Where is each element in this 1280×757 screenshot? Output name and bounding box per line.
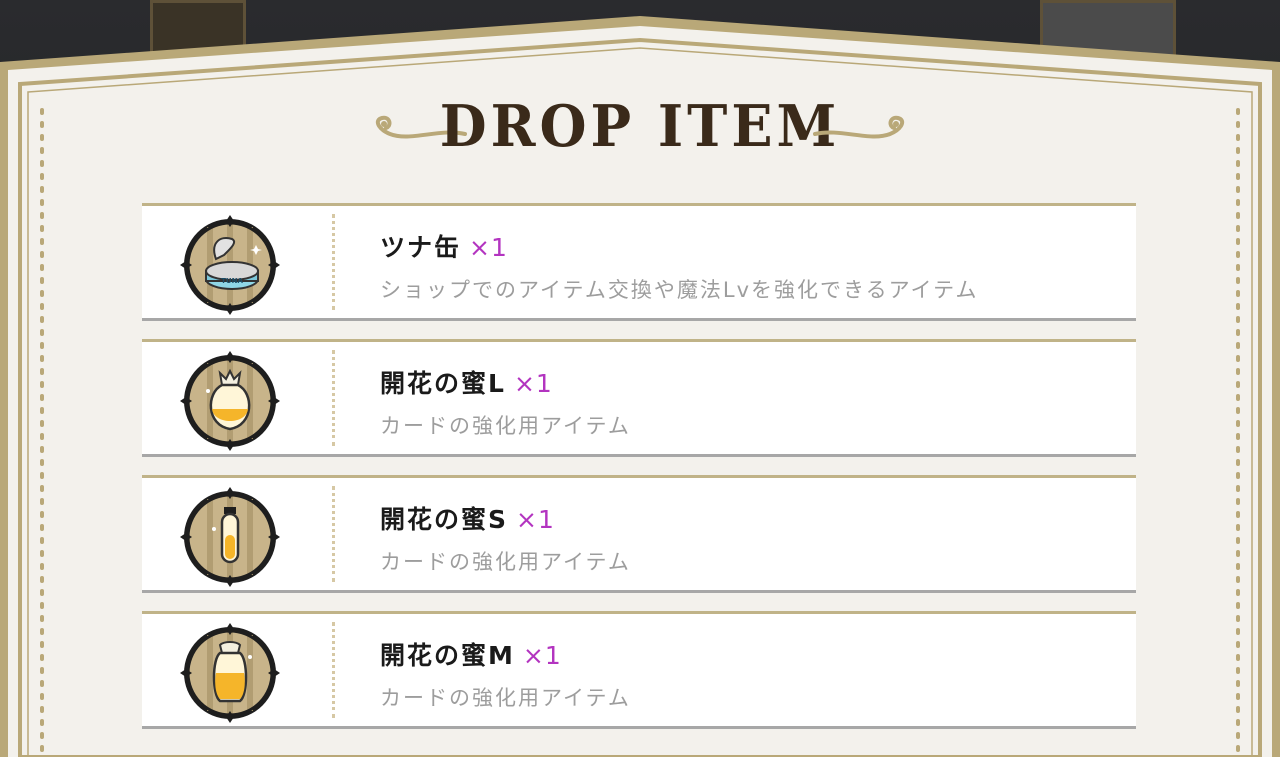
item-description: カードの強化用アイテム bbox=[380, 414, 631, 438]
item-quantity: ×1 bbox=[522, 641, 562, 670]
item-description: カードの強化用アイテム bbox=[380, 686, 631, 710]
item-name: ツナ缶 bbox=[380, 233, 462, 262]
list-item[interactable]: 開花の蜜M ×1 カードの強化用アイテム bbox=[142, 611, 1136, 729]
drop-item-list: TUNA ツナ缶×1 ショップでのアイテム交換や魔法Lvを強化できるアイテム bbox=[142, 203, 1136, 747]
tuna-can-icon: TUNA bbox=[180, 215, 280, 315]
item-name-line: 開花の蜜S ×1 bbox=[380, 500, 555, 536]
flourish-right-icon bbox=[813, 115, 905, 139]
item-name: 開花の蜜S bbox=[380, 505, 509, 534]
item-name-line: ツナ缶 ×1 bbox=[380, 228, 508, 264]
svg-text:TUNA: TUNA bbox=[221, 277, 243, 285]
honey-large-icon bbox=[180, 351, 280, 451]
item-name: 開花の蜜M bbox=[380, 641, 515, 670]
item-divider bbox=[332, 622, 335, 718]
item-divider bbox=[332, 350, 335, 446]
item-name-line: 開花の蜜M ×1 bbox=[380, 636, 562, 672]
item-name-line: 開花の蜜L ×1 bbox=[380, 364, 553, 400]
item-quantity: ×1 bbox=[469, 233, 508, 262]
list-item[interactable]: TUNA ツナ缶 ×1 ショップでのアイテム交換や魔法Lvを強化できるアイテム bbox=[142, 203, 1136, 321]
list-item[interactable]: 開花の蜜S ×1 カードの強化用アイテム bbox=[142, 475, 1136, 593]
item-description: ショップでのアイテム交換や魔法Lvを強化できるアイテム bbox=[380, 278, 979, 302]
item-description: カードの強化用アイテム bbox=[380, 550, 631, 574]
item-quantity: ×1 bbox=[513, 369, 553, 398]
item-divider bbox=[332, 214, 335, 310]
list-item[interactable]: 開花の蜜L ×1 カードの強化用アイテム bbox=[142, 339, 1136, 457]
item-quantity: ×1 bbox=[516, 505, 555, 534]
item-divider bbox=[332, 486, 335, 582]
item-name: 開花の蜜L bbox=[380, 369, 506, 398]
honey-medium-icon bbox=[180, 623, 280, 723]
honey-small-icon bbox=[180, 487, 280, 587]
game-screen: DROP ITEM TUNA ツナ缶 ×1 ショップでのアイテム交換や魔法Lvを… bbox=[0, 0, 1280, 757]
title-banner: DROP ITEM bbox=[360, 84, 920, 174]
